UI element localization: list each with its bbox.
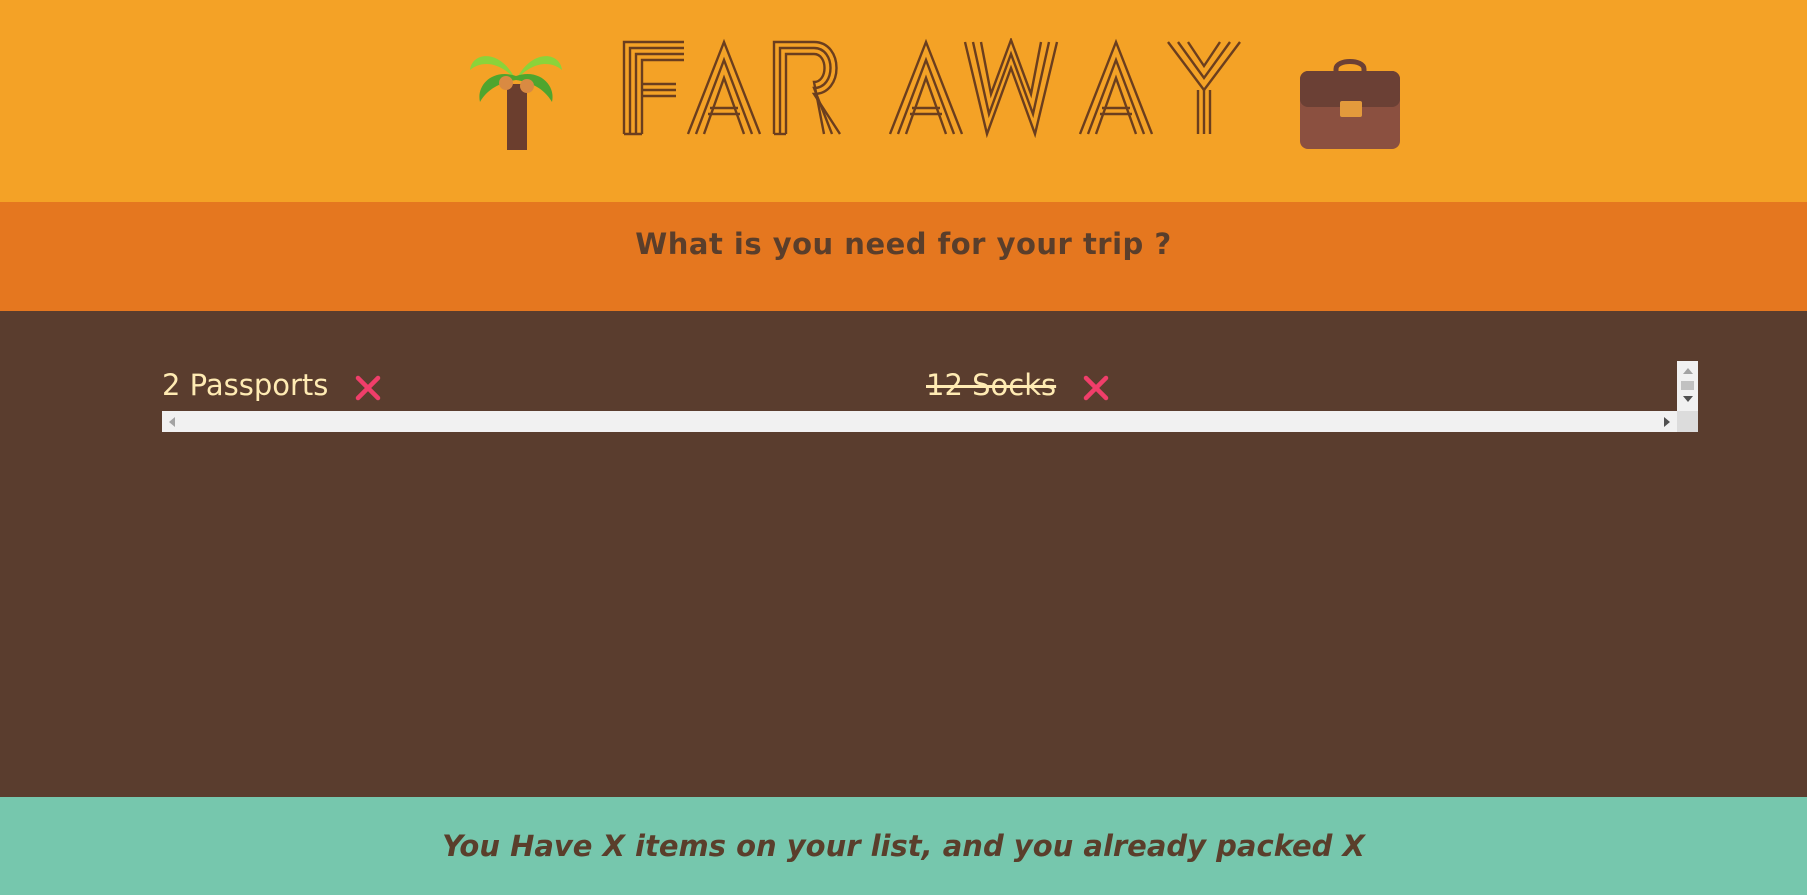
add-item-form: What is you need for your trip ? — [0, 202, 1807, 311]
scrollbar-corner — [1677, 411, 1698, 432]
far-away-logo — [622, 38, 1241, 138]
stats-footer: You Have X items on your list, and you a… — [0, 797, 1807, 895]
close-icon — [356, 375, 381, 401]
scroll-down-icon[interactable] — [1683, 396, 1693, 402]
scroll-right-icon[interactable] — [1664, 417, 1670, 427]
remove-item-button[interactable] — [354, 374, 382, 402]
scroll-left-icon[interactable] — [169, 417, 175, 427]
stats-text: You Have X items on your list, and you a… — [442, 829, 1365, 863]
horizontal-scrollbar[interactable] — [162, 411, 1677, 432]
remove-item-button[interactable] — [1082, 374, 1110, 402]
list-item: 12 Socks — [926, 367, 1110, 403]
item-label: 2 Passports — [162, 368, 329, 402]
vertical-scroll-thumb[interactable] — [1681, 381, 1694, 390]
form-question: What is you need for your trip ? — [635, 227, 1172, 261]
packing-list[interactable]: 2 Passports 12 Socks — [162, 361, 1698, 432]
packing-list-viewport: 2 Passports 12 Socks — [162, 361, 1677, 411]
app-header — [0, 0, 1807, 202]
close-icon — [1083, 375, 1109, 401]
list-item: 2 Passports — [162, 367, 382, 403]
item-label: 12 Socks — [926, 368, 1057, 402]
palm-tree-icon — [470, 56, 562, 150]
vertical-scrollbar[interactable] — [1677, 361, 1698, 411]
briefcase-icon — [1300, 59, 1400, 149]
scroll-up-icon[interactable] — [1683, 368, 1693, 374]
